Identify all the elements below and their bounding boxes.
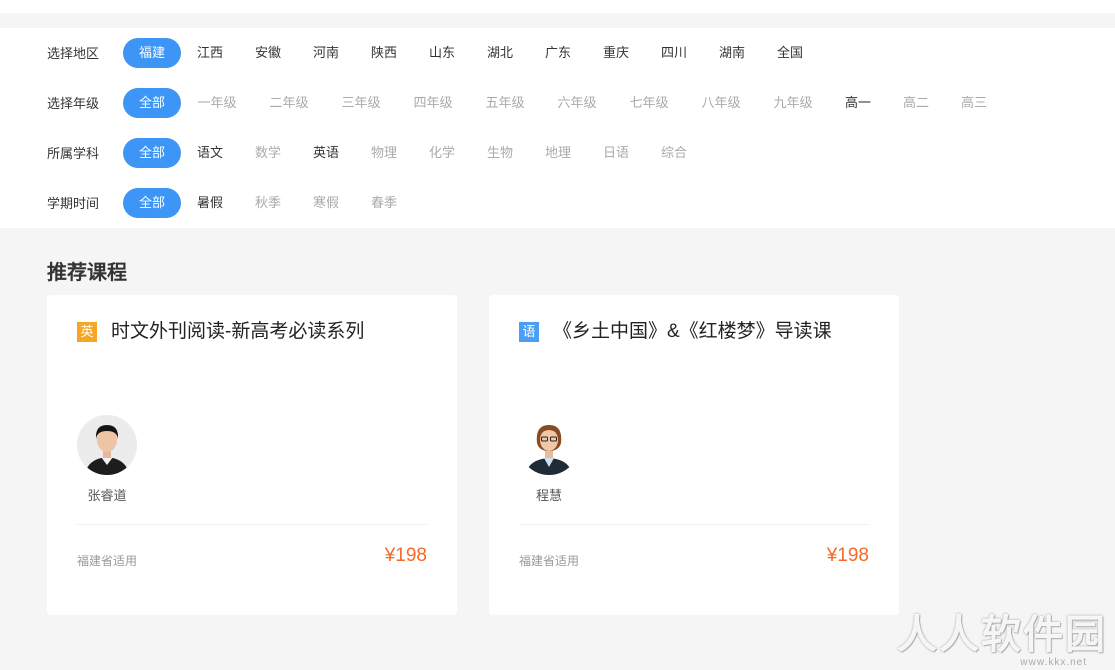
filter-option[interactable]: 安徽 [255,38,281,68]
filter-option[interactable]: 福建 [123,38,181,68]
filter-option[interactable]: 暑假 [197,188,223,218]
filter-option: 物理 [371,138,397,168]
filter-row-term: 学期时间 全部 暑假 秋季 寒假 春季 [0,187,1115,221]
region-note: 福建省适用 [77,552,137,569]
course-card[interactable]: 英 时文外刊阅读-新高考必读系列 张睿道 福建省适用 ¥198 [47,295,457,615]
filter-label: 学期时间 [47,196,99,212]
filter-option[interactable]: 全部 [123,88,181,118]
filter-option[interactable]: 江西 [197,38,223,68]
filter-option: 八年级 [701,88,740,118]
filter-option: 四年级 [413,88,452,118]
filter-option[interactable]: 陕西 [371,38,397,68]
subject-badge: 语 [519,322,539,342]
filter-option[interactable]: 全部 [123,138,181,168]
teacher-avatar [519,415,579,475]
filter-option: 日语 [603,138,629,168]
filter-option: 三年级 [341,88,380,118]
filter-option[interactable]: 广东 [545,38,571,68]
section-title: 推荐课程 [47,261,127,285]
filter-option: 春季 [371,188,397,218]
filter-option: 数学 [255,138,281,168]
filter-option: 七年级 [629,88,668,118]
filter-option: 二年级 [269,88,308,118]
filter-label: 所属学科 [47,146,99,162]
top-strip [0,0,1115,13]
course-card[interactable]: 语 《乡土中国》&《红楼梦》导读课 程慧 福建省适用 ¥198 [489,295,899,615]
filter-option[interactable]: 湖南 [719,38,745,68]
card-divider [77,524,427,525]
filter-option[interactable]: 语文 [197,138,223,168]
filter-option: 九年级 [773,88,812,118]
filter-label: 选择地区 [47,46,99,62]
filter-row-grade: 选择年级 全部 一年级 二年级 三年级 四年级 五年级 六年级 七年级 八年级 … [0,87,1115,121]
course-title[interactable]: 《乡土中国》&《红楼梦》导读课 [553,320,832,344]
watermark-url: www.kkx.net [1020,657,1087,668]
filter-option: 化学 [429,138,455,168]
filter-option[interactable]: 全国 [777,38,803,68]
filter-option: 六年级 [557,88,596,118]
course-title[interactable]: 时文外刊阅读-新高考必读系列 [111,320,364,344]
filter-panel: 选择地区 福建 江西 安徽 河南 陕西 山东 湖北 广东 重庆 四川 湖南 全国… [0,28,1115,228]
filter-option: 寒假 [313,188,339,218]
filter-option: 五年级 [485,88,524,118]
filter-row-subject: 所属学科 全部 语文 数学 英语 物理 化学 生物 地理 日语 综合 [0,137,1115,171]
filter-option: 高二 [903,88,929,118]
filter-option[interactable]: 河南 [313,38,339,68]
filter-option[interactable]: 高一 [845,88,871,118]
filter-option[interactable]: 重庆 [603,38,629,68]
filter-option[interactable]: 全部 [123,188,181,218]
filter-option[interactable]: 四川 [661,38,687,68]
teacher-name: 程慧 [509,485,589,504]
region-note: 福建省适用 [519,552,579,569]
filter-option: 地理 [545,138,571,168]
filter-option[interactable]: 山东 [429,38,455,68]
filter-row-region: 选择地区 福建 江西 安徽 河南 陕西 山东 湖北 广东 重庆 四川 湖南 全国 [0,37,1115,71]
card-divider [519,524,869,525]
filter-option[interactable]: 英语 [313,138,339,168]
course-price: ¥198 [827,545,869,567]
filter-option: 综合 [661,138,687,168]
teacher-name: 张睿道 [67,485,147,504]
filter-label: 选择年级 [47,96,99,112]
filter-option: 高三 [961,88,987,118]
watermark-logo: 人人软件园 [897,602,1107,660]
subject-badge: 英 [77,322,97,342]
filter-option: 生物 [487,138,513,168]
filter-option: 秋季 [255,188,281,218]
filter-option[interactable]: 湖北 [487,38,513,68]
filter-option: 一年级 [197,88,236,118]
teacher-avatar [77,415,137,475]
course-price: ¥198 [385,545,427,567]
